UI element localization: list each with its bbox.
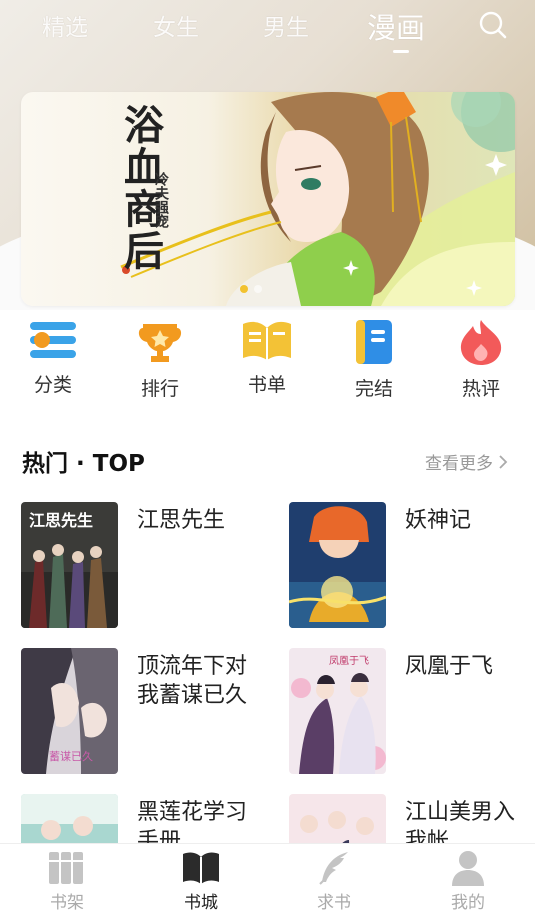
tab-male[interactable]: 男生	[263, 8, 309, 42]
carousel-dot-active	[240, 285, 248, 293]
list-icon	[30, 322, 76, 358]
tab-comics[interactable]: 漫画	[367, 5, 425, 47]
banner-subtitle: 冷夫强宠	[153, 172, 169, 228]
category-label: 分类	[33, 374, 72, 396]
book-card[interactable]: 凤凰于飞 凤凰于飞	[289, 648, 529, 774]
category-label: 热评	[461, 378, 500, 400]
active-tab-indicator	[393, 50, 409, 53]
book-card[interactable]: 江思先生 江思先生	[21, 502, 261, 628]
nav-request-book[interactable]: 求书	[294, 850, 374, 913]
view-more-link[interactable]: 查看更多	[425, 449, 510, 474]
book-cover: 江思先生	[21, 502, 118, 628]
nav-label: 书架	[50, 893, 84, 913]
category-classify[interactable]: 分类	[13, 318, 93, 397]
category-ranking[interactable]: 排行	[120, 318, 200, 401]
banner-carousel[interactable]: 浴血商后 冷夫强宠	[21, 92, 515, 306]
banner-artwork	[120, 92, 515, 306]
tab-featured[interactable]: 精选	[42, 8, 88, 42]
book-card[interactable]: 妖神记	[289, 502, 529, 628]
book-city-icon	[183, 852, 219, 884]
view-more-label: 查看更多	[425, 454, 493, 474]
tab-female[interactable]: 女生	[153, 8, 199, 42]
category-label: 排行	[140, 378, 179, 400]
bookshelf-icon	[49, 852, 83, 884]
carousel-dot	[254, 285, 262, 293]
category-shortcuts: 分类 排行 书单 完结 热评	[0, 318, 535, 418]
book-title: 顶流年下对我蓄谋已久	[137, 654, 247, 708]
nav-label: 书城	[184, 893, 218, 913]
category-completed[interactable]: 完结	[334, 318, 414, 401]
bottom-nav-bar: 书架 书城 求书 我的	[0, 843, 535, 915]
feather-icon	[319, 852, 348, 885]
book-cover: 凤凰于飞	[289, 648, 386, 774]
top-tab-bar: 精选 女生 男生 漫画	[0, 0, 535, 55]
trophy-icon	[138, 324, 182, 362]
category-booklist[interactable]: 书单	[227, 318, 307, 397]
category-label: 完结	[354, 378, 393, 400]
section-title: 热门 · TOP	[22, 451, 145, 477]
svg-text:凤凰于飞: 凤凰于飞	[329, 655, 369, 667]
book-cover: 蓄谋已久	[21, 648, 118, 774]
search-button[interactable]	[478, 10, 508, 40]
svg-text:蓄谋已久: 蓄谋已久	[49, 750, 93, 763]
search-icon	[479, 11, 507, 39]
book-title: 江思先生	[137, 508, 226, 533]
notebook-icon	[356, 320, 392, 364]
open-book-icon	[243, 321, 291, 360]
category-hot-comments[interactable]: 热评	[441, 318, 521, 401]
nav-label: 我的	[451, 893, 485, 913]
nav-bookshelf[interactable]: 书架	[27, 850, 107, 913]
chevron-right-icon	[499, 455, 508, 469]
user-icon	[452, 851, 484, 886]
book-title: 凤凰于飞	[405, 654, 494, 679]
nav-label: 求书	[317, 893, 351, 913]
nav-profile[interactable]: 我的	[428, 850, 508, 913]
book-cover	[289, 502, 386, 628]
category-label: 书单	[247, 374, 286, 396]
book-title: 妖神记	[405, 508, 472, 533]
svg-text:江思先生: 江思先生	[29, 511, 93, 530]
book-card[interactable]: 蓄谋已久 顶流年下对我蓄谋已久	[21, 648, 261, 774]
nav-book-city[interactable]: 书城	[161, 850, 241, 913]
flame-icon	[460, 320, 502, 365]
